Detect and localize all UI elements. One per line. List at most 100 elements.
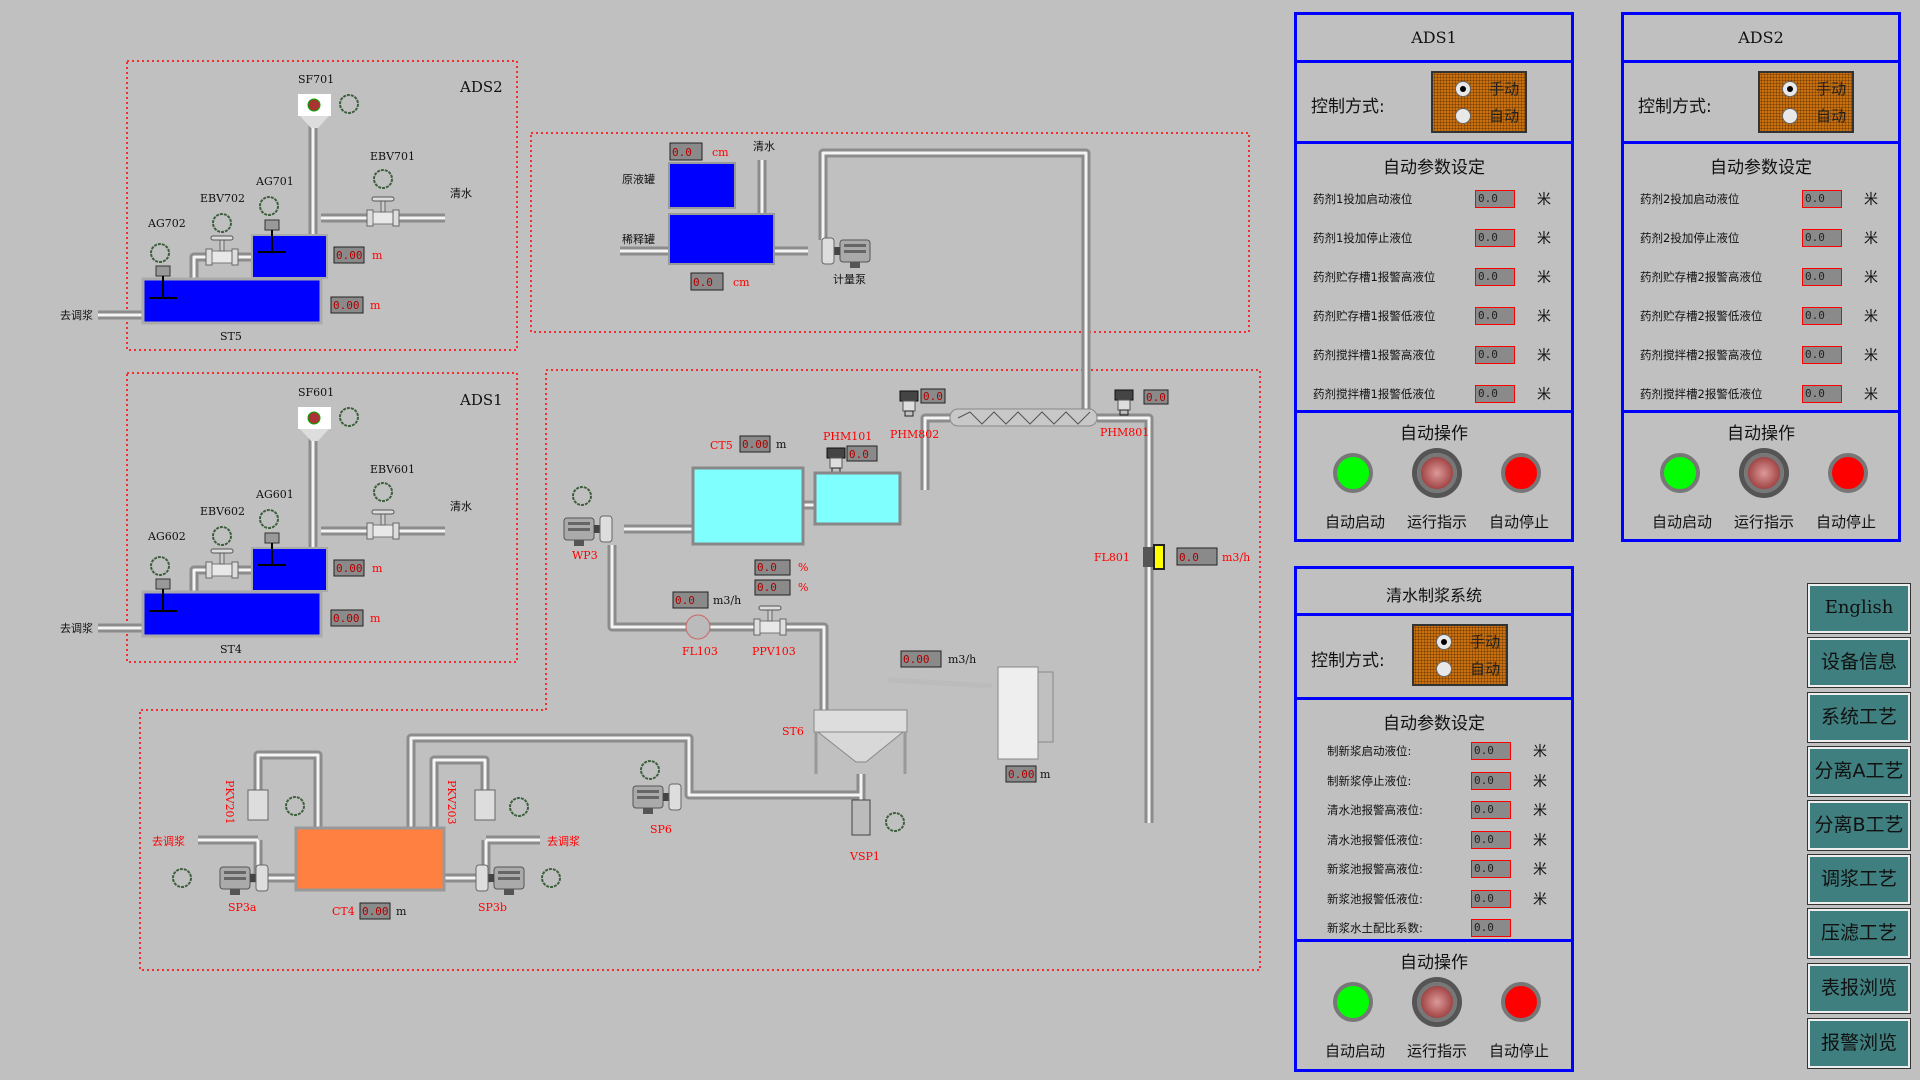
- pump-wp3[interactable]: [563, 515, 613, 547]
- nav-device-info-button[interactable]: 设备信息: [1807, 637, 1911, 688]
- ads2-control-panel: ADS2 控制方式: 手动 自动 自动参数设定 药剂2投加启动液位 0.0 米 …: [1621, 12, 1901, 542]
- auto-stop-button[interactable]: [1501, 982, 1541, 1022]
- param-value-input[interactable]: 0.0: [1471, 801, 1511, 819]
- auto-radio[interactable]: [1455, 108, 1471, 124]
- auto-stop-label: 自动停止: [1816, 513, 1877, 531]
- panel-title: ADS2: [1738, 28, 1784, 47]
- ph-sensor-phm801[interactable]: [1114, 389, 1134, 416]
- nav-separation-b-button[interactable]: 分离B工艺: [1807, 800, 1911, 851]
- ph-sensor-phm802[interactable]: [899, 390, 919, 417]
- nav-filter-press-button[interactable]: 压滤工艺: [1807, 908, 1911, 959]
- valve-ebv701[interactable]: [366, 196, 400, 227]
- manual-radio[interactable]: [1455, 81, 1471, 97]
- auto-start-label: 自动启动: [1325, 513, 1386, 531]
- nav-system-process-button[interactable]: 系统工艺: [1807, 692, 1911, 743]
- param-label: 药剂2投加停止液位: [1640, 231, 1740, 245]
- ops-title: 自动操作: [1400, 424, 1468, 444]
- svg-text:m: m: [1040, 768, 1051, 781]
- param-row: 药剂1投加启动液位 0.0 米: [1297, 190, 1571, 208]
- auto-start-button[interactable]: [1333, 982, 1373, 1022]
- param-value-input[interactable]: 0.0: [1475, 229, 1515, 247]
- to-slurry-label: 去调浆: [60, 308, 93, 322]
- process-diagram: SF701 ADS2 EBV701 清水 AG701 EBV702 AG702 …: [60, 60, 1261, 971]
- to-slurry-label: 去调浆: [547, 834, 580, 848]
- running-label: 运行指示: [1407, 513, 1468, 531]
- param-row: 新浆池报警低液位: 0.0 米: [1297, 889, 1571, 908]
- nav-report-button[interactable]: 表报浏览: [1807, 963, 1911, 1014]
- valve-ebv702[interactable]: [205, 235, 239, 266]
- param-value-input[interactable]: 0.0: [1471, 860, 1511, 878]
- level-readout: 0.00: [333, 612, 360, 625]
- svg-text:PHM101: PHM101: [823, 430, 872, 443]
- nav-separation-a-button[interactable]: 分离A工艺: [1807, 746, 1911, 797]
- flowmeter-fl801[interactable]: [1143, 547, 1153, 567]
- param-value-input[interactable]: 0.0: [1471, 889, 1511, 908]
- tag-ag701: AG701: [255, 175, 294, 188]
- param-value-input[interactable]: 0.0: [1802, 385, 1842, 403]
- svg-text:m: m: [372, 249, 383, 262]
- tag-ag702: AG702: [147, 217, 186, 230]
- auto-radio[interactable]: [1782, 108, 1798, 124]
- auto-stop-label: 自动停止: [1489, 513, 1550, 531]
- metering-pump[interactable]: [821, 237, 871, 269]
- auto-start-button[interactable]: [1333, 453, 1373, 493]
- manual-radio[interactable]: [1436, 634, 1452, 650]
- control-mode-selector: 手动 自动: [1758, 71, 1854, 133]
- tank-st4: [141, 590, 323, 638]
- params-title: 自动参数设定: [1710, 158, 1812, 178]
- tank-small: [251, 234, 328, 279]
- param-value-input[interactable]: 0.0: [1471, 919, 1511, 937]
- param-value-input[interactable]: 0.0: [1471, 771, 1511, 790]
- svg-text:PHM802: PHM802: [890, 428, 939, 441]
- tag-ebv702: EBV702: [200, 192, 245, 205]
- tag-sf601: SF601: [298, 386, 334, 399]
- valve-ebv601[interactable]: [366, 509, 400, 540]
- param-value-input[interactable]: 0.0: [1802, 229, 1842, 247]
- valve-pkv203[interactable]: [474, 789, 496, 821]
- auto-stop-button[interactable]: [1828, 453, 1868, 493]
- auto-radio[interactable]: [1436, 661, 1452, 677]
- pump-vsp1[interactable]: [851, 799, 871, 836]
- pump-sp6[interactable]: [632, 783, 682, 815]
- valve-ppv103[interactable]: [753, 605, 787, 636]
- feeder-status-icon: [307, 98, 321, 112]
- pump-sp3b[interactable]: [475, 864, 525, 896]
- svg-text:ST6: ST6: [782, 725, 804, 738]
- valve-pkv201[interactable]: [247, 789, 269, 821]
- auto-stop-button[interactable]: [1501, 453, 1541, 493]
- valve-ebv602[interactable]: [205, 548, 239, 579]
- svg-text:FL801: FL801: [1094, 551, 1130, 564]
- svg-text:稀释罐: 稀释罐: [622, 233, 655, 246]
- nav-english-button[interactable]: English: [1807, 583, 1911, 634]
- param-value-input[interactable]: 0.0: [1802, 268, 1842, 286]
- param-value-input[interactable]: 0.0: [1475, 346, 1515, 364]
- svg-text:m: m: [396, 905, 407, 918]
- svg-text:0.0: 0.0: [675, 594, 695, 607]
- clean-water-label: 清水: [450, 187, 472, 200]
- pump-sp3a[interactable]: [219, 864, 269, 896]
- clean-water-label: 清水: [450, 500, 472, 513]
- param-value-input[interactable]: 0.0: [1475, 268, 1515, 286]
- param-value-input[interactable]: 0.0: [1471, 830, 1511, 849]
- param-row: 新浆水土配比系数: 0.0: [1297, 919, 1571, 937]
- param-value-input[interactable]: 0.0: [1802, 346, 1842, 364]
- flowmeter-fl103[interactable]: [685, 614, 711, 640]
- param-value-input[interactable]: 0.0: [1475, 190, 1515, 208]
- param-value-input[interactable]: 0.0: [1475, 307, 1515, 325]
- nav-alarm-button[interactable]: 报警浏览: [1807, 1018, 1911, 1069]
- param-row: 药剂搅拌槽1报警高液位 0.0 米: [1297, 346, 1571, 364]
- param-value-input[interactable]: 0.0: [1471, 742, 1511, 760]
- ph-sensor-phm101[interactable]: [826, 447, 846, 474]
- param-label: 清水池报警高液位:: [1327, 803, 1423, 817]
- raw-level-readout: 0.0: [672, 146, 692, 159]
- svg-text:0.00: 0.00: [742, 438, 769, 451]
- powder-silo: [997, 666, 1039, 760]
- param-value-input[interactable]: 0.0: [1475, 385, 1515, 403]
- param-unit: 米: [1533, 862, 1547, 878]
- param-value-input[interactable]: 0.0: [1802, 307, 1842, 325]
- nav-slurry-process-button[interactable]: 调浆工艺: [1807, 854, 1911, 905]
- tank-ct4: [294, 826, 446, 892]
- auto-start-button[interactable]: [1660, 453, 1700, 493]
- param-value-input[interactable]: 0.0: [1802, 190, 1842, 208]
- manual-radio[interactable]: [1782, 81, 1798, 97]
